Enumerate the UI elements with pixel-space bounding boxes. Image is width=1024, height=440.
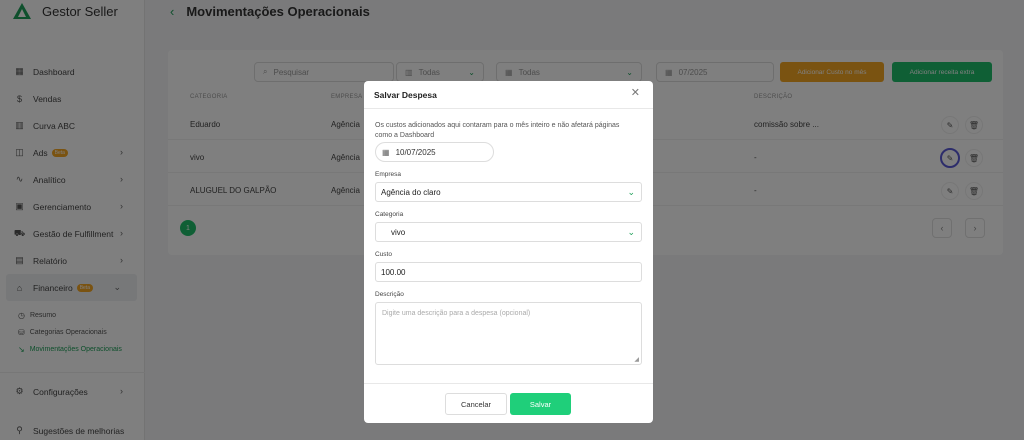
categoria-value: vivo	[391, 227, 406, 237]
empresa-value: Agência do claro	[381, 187, 441, 197]
custo-value: 100.00	[381, 267, 406, 277]
descricao-textarea[interactable]: Digite uma descrição para a despesa (opc…	[375, 302, 642, 365]
modal-title: Salvar Despesa	[374, 89, 437, 100]
descricao-placeholder: Digite uma descrição para a despesa (opc…	[382, 310, 531, 317]
modal-footer: Cancelar Salvar	[364, 383, 653, 423]
empresa-select[interactable]: Agência do claro ⌄	[375, 182, 642, 202]
save-expense-modal: Salvar Despesa ✕ Os custos adicionados a…	[364, 81, 653, 423]
modal-body: Os custos adicionados aqui contaram para…	[364, 109, 653, 365]
categoria-label: Categoria	[375, 211, 404, 218]
cancel-button[interactable]: Cancelar	[445, 393, 507, 415]
custo-label: Custo	[375, 251, 392, 258]
close-icon[interactable]: ✕	[631, 88, 640, 99]
custo-input[interactable]: 100.00	[375, 262, 642, 282]
modal-note: Os custos adicionados aqui contaram para…	[375, 122, 620, 139]
chevron-down-icon: ⌄	[627, 227, 635, 237]
modal-header: Salvar Despesa ✕	[364, 81, 653, 109]
empresa-label: Empresa	[375, 171, 402, 178]
resize-handle-icon[interactable]: ◢	[634, 356, 639, 363]
calendar-icon: ▦	[382, 147, 390, 157]
date-value: 10/07/2025	[395, 147, 436, 157]
date-picker[interactable]: ▦ 10/07/2025	[375, 142, 494, 162]
save-button[interactable]: Salvar	[510, 393, 571, 415]
descricao-label: Descrição	[375, 291, 404, 298]
categoria-select[interactable]: vivo ⌄	[375, 222, 642, 242]
chevron-down-icon: ⌄	[627, 187, 635, 197]
